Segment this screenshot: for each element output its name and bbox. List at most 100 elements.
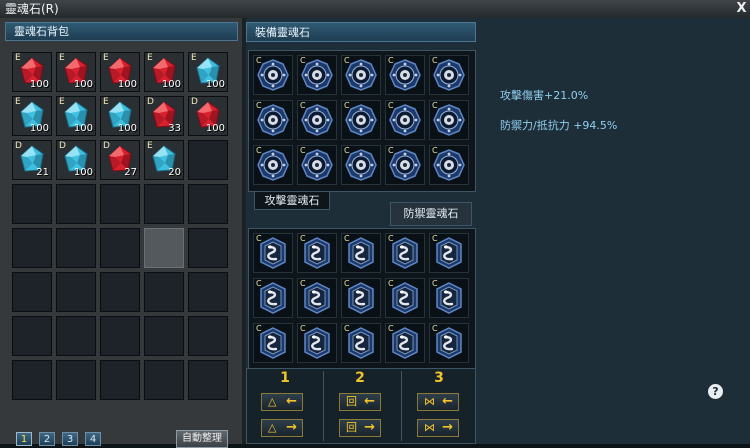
attack-stone-slot[interactable]: C — [253, 100, 293, 140]
bag-slot-empty[interactable] — [188, 360, 228, 400]
square-spiral-icon: 回 — [346, 421, 357, 434]
defense-stone-slot[interactable]: C — [429, 323, 469, 363]
bag-slot-empty[interactable] — [100, 228, 140, 268]
bag-slot-item[interactable]: D 27 — [100, 140, 140, 180]
bag-slot-empty[interactable] — [12, 184, 52, 224]
bag-slot-empty[interactable] — [12, 360, 52, 400]
bag-slot-empty[interactable] — [100, 316, 140, 356]
stone-grade-label: C — [300, 234, 306, 243]
equip-title: 裝備靈魂石 — [255, 26, 310, 39]
attack-stone-slot[interactable]: C — [341, 55, 381, 95]
attack-stone-slot[interactable]: C — [385, 55, 425, 95]
bag-slot-empty[interactable] — [56, 184, 96, 224]
bag-slot-empty[interactable] — [144, 316, 184, 356]
bag-slot-item[interactable]: D 100 — [56, 140, 96, 180]
preset-3-load-button[interactable]: ⋈ ← — [417, 393, 459, 411]
bag-slot-empty[interactable] — [188, 228, 228, 268]
preset-2-save-button[interactable]: 回 → — [339, 419, 381, 437]
bowtie-icon: ⋈ — [424, 421, 435, 434]
preset-bar: 1 2 3 △ ← △ → 回 ← 回 → ⋈ ← ⋈ → — [246, 368, 476, 444]
attack-stone-slot[interactable]: C — [429, 145, 469, 185]
tab-defense-soulstone[interactable]: 防禦靈魂石 — [390, 202, 472, 226]
bag-slot-empty[interactable] — [144, 184, 184, 224]
stone-grade-label: C — [344, 56, 350, 65]
attack-stone-slot[interactable]: C — [297, 100, 337, 140]
bag-slot-empty[interactable] — [100, 360, 140, 400]
defense-stone-slot[interactable]: C — [341, 323, 381, 363]
bag-slot-item[interactable]: E 100 — [56, 52, 96, 92]
stone-grade-label: C — [300, 279, 306, 288]
bag-slot-item[interactable]: E 100 — [100, 52, 140, 92]
bag-slot-item[interactable]: D 100 — [188, 96, 228, 136]
attack-stone-slot[interactable]: C — [385, 145, 425, 185]
defense-stone-slot[interactable]: C — [297, 323, 337, 363]
bag-slot-item[interactable]: E 100 — [12, 52, 52, 92]
defense-stone-slot[interactable]: C — [253, 323, 293, 363]
attack-stone-slot[interactable]: C — [341, 100, 381, 140]
bag-slot-empty[interactable] — [188, 140, 228, 180]
bag-slot-empty[interactable] — [100, 272, 140, 312]
preset-separator — [323, 371, 324, 441]
preset-3-save-button[interactable]: ⋈ → — [417, 419, 459, 437]
bag-slot-item[interactable]: E 20 — [144, 140, 184, 180]
bag-slot-item[interactable]: E 100 — [56, 96, 96, 136]
defense-stone-slot[interactable]: C — [385, 233, 425, 273]
bag-slot-item[interactable]: E 100 — [12, 96, 52, 136]
preset-number-3: 3 — [434, 370, 444, 386]
bag-slot-selected[interactable] — [144, 228, 184, 268]
bag-slot-empty[interactable] — [188, 184, 228, 224]
item-quantity: 100 — [29, 123, 49, 134]
preset-1-save-button[interactable]: △ → — [261, 419, 303, 437]
defense-stone-slot[interactable]: C — [297, 278, 337, 318]
preset-2-load-button[interactable]: 回 ← — [339, 393, 381, 411]
attack-stone-slot[interactable]: C — [297, 145, 337, 185]
bag-slot-empty[interactable] — [100, 184, 140, 224]
defense-stone-slot[interactable]: C — [341, 233, 381, 273]
bag-slot-empty[interactable] — [12, 316, 52, 356]
bag-slot-empty[interactable] — [188, 316, 228, 356]
defense-stone-slot[interactable]: C — [341, 278, 381, 318]
bag-slot-empty[interactable] — [144, 360, 184, 400]
stone-grade-label: C — [344, 279, 350, 288]
bag-slot-empty[interactable] — [12, 228, 52, 268]
bag-slot-empty[interactable] — [188, 272, 228, 312]
bag-slot-item[interactable]: E 100 — [144, 52, 184, 92]
defense-stone-slot[interactable]: C — [429, 233, 469, 273]
bag-slot-item[interactable]: D 21 — [12, 140, 52, 180]
attack-stone-slot[interactable]: C — [385, 100, 425, 140]
defense-stone-slot[interactable]: C — [297, 233, 337, 273]
close-button[interactable]: X — [733, 0, 750, 17]
arrow-left-icon: ← — [442, 394, 453, 409]
item-quantity: 20 — [168, 167, 181, 178]
attack-stone-slot[interactable]: C — [341, 145, 381, 185]
bag-slot-empty[interactable] — [56, 228, 96, 268]
bag-slot-item[interactable]: E 100 — [100, 96, 140, 136]
defense-resist-stat: 防禦力/抵抗力 +94.5% — [500, 119, 618, 132]
tab-attack-soulstone[interactable]: 攻擊靈魂石 — [254, 192, 330, 210]
attack-stone-slot[interactable]: C — [429, 55, 469, 95]
bag-slot-item[interactable]: D 33 — [144, 96, 184, 136]
bag-slot-empty[interactable] — [56, 316, 96, 356]
bag-slot-empty[interactable] — [144, 272, 184, 312]
defense-stone-slot[interactable]: C — [253, 233, 293, 273]
bag-slot-empty[interactable] — [56, 272, 96, 312]
attack-stone-slot[interactable]: C — [253, 55, 293, 95]
bag-slot-empty[interactable] — [56, 360, 96, 400]
defense-stone-slot[interactable]: C — [429, 278, 469, 318]
bag-slot-item[interactable]: E 100 — [188, 52, 228, 92]
preset-1-load-button[interactable]: △ ← — [261, 393, 303, 411]
bag-slot-empty[interactable] — [12, 272, 52, 312]
attack-stone-slot[interactable]: C — [429, 100, 469, 140]
auto-sort-button[interactable]: 自動整理 — [176, 430, 228, 448]
help-button[interactable]: ? — [708, 384, 723, 399]
arrow-left-icon: ← — [364, 394, 375, 409]
arrow-left-icon: ← — [286, 394, 297, 409]
attack-stone-slot[interactable]: C — [253, 145, 293, 185]
defense-stone-slot[interactable]: C — [385, 278, 425, 318]
defense-stone-slot[interactable]: C — [253, 278, 293, 318]
defense-stone-slot[interactable]: C — [385, 323, 425, 363]
stone-grade-label: C — [344, 324, 350, 333]
bowtie-icon: ⋈ — [424, 395, 435, 408]
bag-header: 靈魂石背包 — [5, 22, 238, 41]
attack-stone-slot[interactable]: C — [297, 55, 337, 95]
